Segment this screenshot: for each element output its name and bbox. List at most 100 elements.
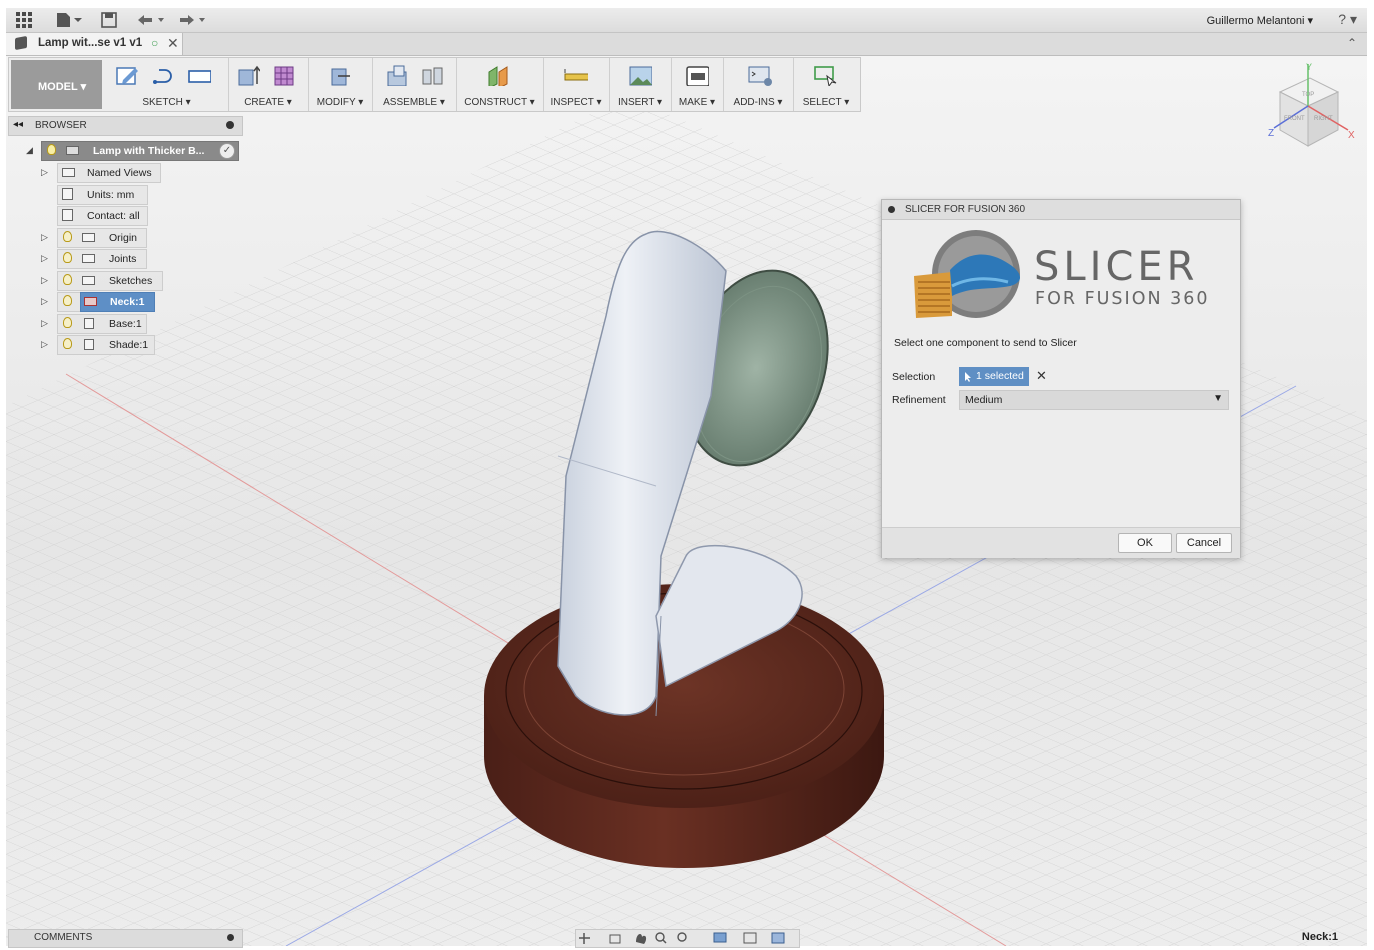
sketch-group[interactable]: SKETCH ▾ <box>105 58 229 111</box>
line-tool-icon[interactable] <box>151 64 175 86</box>
save-icon[interactable] <box>101 12 117 28</box>
expand-triangle-icon[interactable]: ▷ <box>41 167 48 178</box>
browser-header[interactable]: ◂◂ BROWSER <box>8 116 243 136</box>
slicer-logo-text: SLICER <box>1034 244 1199 290</box>
document-tab[interactable]: Lamp wit...se v1 v1 ○ ✕ <box>6 33 183 55</box>
visibility-bulb-icon[interactable] <box>47 144 56 155</box>
user-account-menu[interactable]: Guillermo Melantoni ▾ <box>1207 14 1313 27</box>
dialog-pin-icon[interactable] <box>888 206 895 213</box>
redo-icon[interactable] <box>176 12 208 28</box>
joint-icon[interactable] <box>420 64 444 86</box>
close-tab-icon[interactable]: ✕ <box>167 35 179 52</box>
rectangle-tool-icon[interactable] <box>187 64 211 86</box>
expand-triangle-icon[interactable]: ▷ <box>41 318 48 329</box>
inspect-menu[interactable]: INSPECT ▾ <box>543 97 609 108</box>
scripts-addins-icon[interactable] <box>748 64 772 86</box>
expand-triangle-icon[interactable]: ▷ <box>41 296 48 307</box>
select-menu[interactable]: SELECT ▾ <box>793 97 859 108</box>
construct-group[interactable]: CONSTRUCT ▾ <box>456 58 544 111</box>
insert-group[interactable]: INSERT ▾ <box>609 58 672 111</box>
browser-item-shade[interactable]: Shade:1 <box>57 335 155 355</box>
select-icon[interactable] <box>813 64 837 86</box>
browser-root-node[interactable]: Lamp with Thicker B... ✓ <box>41 141 239 161</box>
file-menu-icon[interactable] <box>56 12 82 28</box>
modify-menu[interactable]: MODIFY ▾ <box>308 97 372 108</box>
collapse-arrows-icon[interactable]: ◂◂ <box>13 119 23 130</box>
pin-icon[interactable] <box>226 121 234 129</box>
pin-icon[interactable] <box>227 934 234 941</box>
visibility-bulb-icon[interactable] <box>63 295 72 306</box>
browser-title: BROWSER <box>35 120 87 131</box>
ok-button[interactable]: OK <box>1118 533 1172 553</box>
construct-menu[interactable]: CONSTRUCT ▾ <box>456 97 543 108</box>
selection-status: Neck:1 <box>1301 931 1338 943</box>
visibility-bulb-icon[interactable] <box>63 252 72 263</box>
create-menu[interactable]: CREATE ▾ <box>228 97 308 108</box>
workspace-switcher[interactable]: MODEL ▾ <box>11 60 102 109</box>
browser-item-label: Base:1 <box>109 318 142 330</box>
make-group[interactable]: MAKE ▾ <box>671 58 724 111</box>
comments-panel-header[interactable]: COMMENTS <box>8 929 243 948</box>
browser-item-sketches[interactable]: Sketches <box>57 271 163 291</box>
axis-z-label: Z <box>1268 128 1274 139</box>
expand-triangle-icon[interactable]: ◢ <box>26 145 33 156</box>
expand-triangle-icon[interactable]: ▷ <box>41 232 48 243</box>
view-cube[interactable]: TOP FRONT RIGHT X Y Z <box>1262 60 1362 150</box>
assemble-menu[interactable]: ASSEMBLE ▾ <box>372 97 456 108</box>
create-group[interactable]: CREATE ▾ <box>228 58 309 111</box>
browser-item-units[interactable]: Units: mm <box>57 185 148 205</box>
main-toolbar: MODEL ▾ SKETCH ▾ CREATE ▾ MODIFY ▾ ASSEM… <box>8 57 861 112</box>
extrude-icon[interactable] <box>236 64 260 86</box>
modify-group[interactable]: MODIFY ▾ <box>308 58 373 111</box>
insert-menu[interactable]: INSERT ▾ <box>609 97 671 108</box>
active-check-icon[interactable]: ✓ <box>219 143 235 159</box>
browser-item-neck[interactable]: Neck:1 <box>80 292 155 312</box>
visibility-bulb-icon[interactable] <box>63 274 72 285</box>
browser-item-contact[interactable]: Contact: all <box>57 206 148 226</box>
selection-chip[interactable]: 1 selected <box>959 367 1029 386</box>
form-icon[interactable] <box>272 64 296 86</box>
3d-print-icon[interactable] <box>685 64 709 86</box>
sketch-menu[interactable]: SKETCH ▾ <box>105 97 228 108</box>
press-pull-icon[interactable] <box>328 64 352 86</box>
slicer-logo-subtitle: FOR FUSION 360 <box>1035 289 1210 309</box>
dialog-title-bar[interactable]: SLICER FOR FUSION 360 <box>882 200 1240 220</box>
inspect-group[interactable]: INSPECT ▾ <box>543 58 610 111</box>
visibility-bulb-icon[interactable] <box>63 231 72 242</box>
data-panel-grid-icon[interactable] <box>16 12 32 28</box>
clear-selection-icon[interactable]: ✕ <box>1036 368 1047 384</box>
create-sketch-icon[interactable] <box>115 64 139 86</box>
document-tab-title: Lamp wit...se v1 v1 <box>38 37 143 49</box>
assemble-group[interactable]: ASSEMBLE ▾ <box>372 58 457 111</box>
add-ins-menu[interactable]: ADD-INS ▾ <box>723 97 793 108</box>
component-icon <box>84 318 94 329</box>
offset-plane-icon[interactable] <box>486 64 510 86</box>
undo-icon[interactable] <box>136 12 166 28</box>
expand-triangle-icon[interactable]: ▷ <box>41 253 48 264</box>
browser-item-named-views[interactable]: Named Views <box>57 163 161 183</box>
browser-item-label: Contact: all <box>87 210 140 222</box>
cancel-button[interactable]: Cancel <box>1176 533 1232 553</box>
display-settings-icon <box>713 932 727 943</box>
folder-icon <box>82 276 95 285</box>
help-menu-icon[interactable]: ? ▾ <box>1338 11 1357 28</box>
browser-item-origin[interactable]: Origin <box>57 228 147 248</box>
add-ins-group[interactable]: ADD-INS ▾ <box>723 58 794 111</box>
new-component-icon[interactable] <box>386 64 410 86</box>
make-menu[interactable]: MAKE ▾ <box>671 97 723 108</box>
measure-icon[interactable] <box>564 64 588 86</box>
refinement-dropdown[interactable]: Medium ▼ <box>959 390 1229 410</box>
visibility-bulb-icon[interactable] <box>63 338 72 349</box>
browser-item-label: Units: mm <box>87 189 135 201</box>
select-group[interactable]: SELECT ▾ <box>793 58 859 111</box>
chevron-up-icon[interactable]: ⌃ <box>1347 36 1357 50</box>
view-cube-front-label: FRONT <box>1284 116 1305 122</box>
browser-item-joints[interactable]: Joints <box>57 249 147 269</box>
expand-triangle-icon[interactable]: ▷ <box>41 275 48 286</box>
insert-image-icon[interactable] <box>628 64 652 86</box>
refinement-label: Refinement <box>892 394 946 406</box>
slicer-logo-icon <box>912 226 1032 326</box>
visibility-bulb-icon[interactable] <box>63 317 72 328</box>
browser-item-base[interactable]: Base:1 <box>57 314 147 334</box>
expand-triangle-icon[interactable]: ▷ <box>41 339 48 350</box>
